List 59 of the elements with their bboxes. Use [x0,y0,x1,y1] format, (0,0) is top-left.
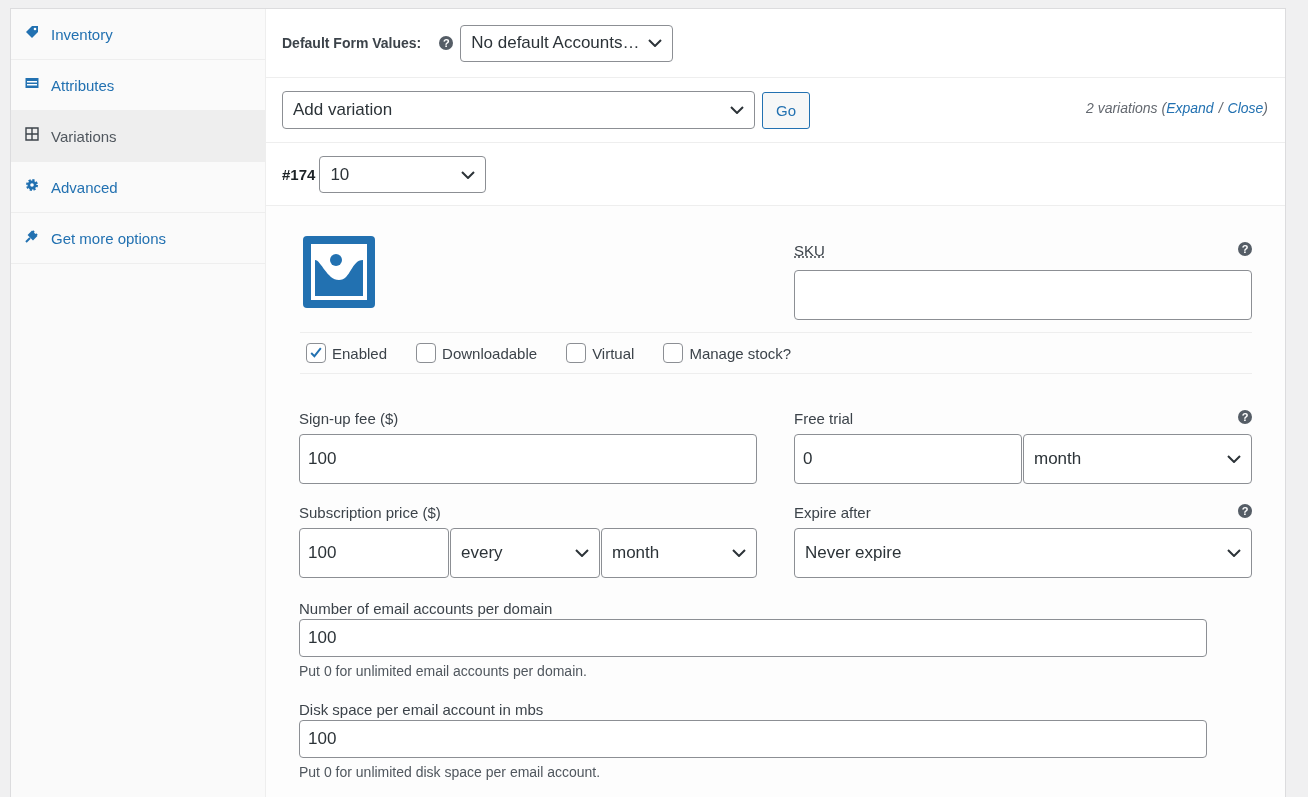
image-placeholder-icon[interactable] [303,236,375,308]
tag-icon [25,25,39,39]
select-field[interactable]: No default Accounts… [460,24,674,62]
toggle-link[interactable]: Expand [1166,100,1214,116]
field-label: Sign-up fee ($) [299,410,399,427]
help-icon[interactable]: ? [439,36,454,50]
field-label: Free trial [794,410,854,427]
checkbox[interactable] [566,343,587,363]
input-field[interactable] [794,270,1252,320]
checkbox-label: Enabled [332,344,388,362]
checkbox-label: Virtual [592,344,635,362]
checkbox-label: Downloadable [442,344,538,362]
checkbox-label: Manage stock? [689,344,792,362]
field-label: Number of email accounts per domain [299,600,554,617]
input-field[interactable]: 100 [299,434,757,484]
input-field[interactable]: 100 [299,720,1207,758]
caret-icon [461,170,476,179]
help-icon[interactable]: ? [1238,242,1252,256]
go-button[interactable]: Go [762,91,810,129]
caret-icon [648,39,663,47]
sidebar-item[interactable]: Variations [11,111,265,162]
caret-icon [732,549,746,557]
sidebar-item[interactable]: Get more options [11,213,265,264]
select-field[interactable]: Never expire [794,528,1252,578]
sidebar-item[interactable]: Inventory [11,9,265,60]
caret-icon [575,549,589,557]
field-label: Disk space per email account in mbs [299,701,545,718]
grid-icon [25,127,39,141]
form-label: Default Form Values: [282,35,422,51]
hint-text: Put 0 for unlimited email accounts per domain. [299,663,588,679]
input-field[interactable]: 100 [299,619,1207,657]
select-field[interactable]: 10 [319,156,487,193]
separator-text: / [1217,100,1225,116]
card-icon [25,76,39,90]
help-icon[interactable]: ? [1238,504,1252,518]
sidebar-item[interactable]: Advanced [11,162,265,213]
field-label: SKU [794,242,825,259]
variations-count: 2 variations ( [1086,100,1167,116]
input-field[interactable]: 0 [794,434,1022,484]
checkbox[interactable] [416,343,437,363]
caret-icon [730,106,744,114]
checkbox[interactable] [306,343,326,363]
select-field[interactable]: Add variation [282,91,755,129]
field-label: Expire after [794,504,871,521]
input-field[interactable]: 100 [299,528,449,578]
field-label: Subscription price ($) [299,504,441,521]
checkbox[interactable] [663,343,684,363]
caret-icon [1227,549,1241,557]
gear-icon [25,178,39,192]
check-icon [308,345,324,361]
caret-icon [1227,455,1241,463]
select-field[interactable]: every [450,528,600,578]
select-field[interactable]: month [1023,434,1252,484]
paren-text: ) [1263,100,1268,116]
plug-icon [25,229,39,243]
hint-text: Put 0 for unlimited disk space per email account. [299,764,602,780]
help-icon[interactable]: ? [1238,410,1252,424]
variation-id: #174 [282,166,316,183]
select-field[interactable]: month [601,528,757,578]
